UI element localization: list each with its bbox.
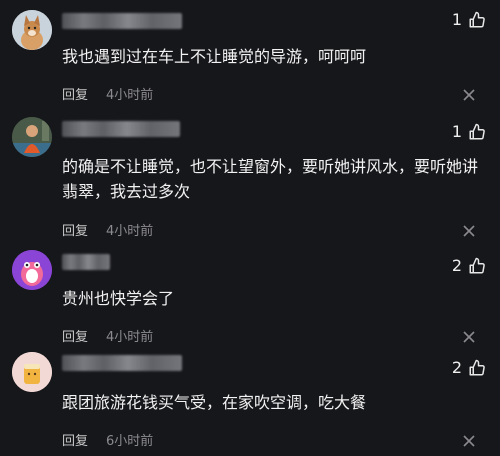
like-button[interactable]: 1 [452, 10, 486, 29]
like-count: 1 [451, 122, 462, 141]
reply-button[interactable]: 回复 [62, 326, 88, 345]
close-icon[interactable] [462, 87, 476, 101]
username-blurred[interactable] [62, 13, 182, 29]
timestamp: 4小时前 [106, 330, 154, 345]
comment-meta: 回复 4小时前 [62, 326, 153, 345]
comment-meta: 回复 4小时前 [62, 84, 153, 103]
reply-button[interactable]: 回复 [62, 430, 88, 449]
like-count: 2 [451, 358, 462, 377]
timestamp: 4小时前 [106, 224, 154, 239]
comment-text: 贵州也快学会了 [62, 289, 175, 308]
close-icon[interactable] [462, 223, 476, 237]
comment-meta: 回复 6小时前 [62, 430, 153, 449]
thumbs-up-icon[interactable] [468, 257, 486, 275]
close-icon[interactable] [462, 329, 476, 343]
like-button[interactable]: 2 [452, 256, 486, 275]
username-blurred[interactable] [62, 121, 180, 137]
like-count: 2 [451, 256, 462, 275]
like-count: 1 [451, 10, 462, 29]
comment-meta: 回复 4小时前 [62, 220, 153, 239]
thumbs-up-icon[interactable] [468, 359, 486, 377]
drink-avatar-icon[interactable] [12, 352, 52, 392]
username-blurred[interactable] [62, 355, 182, 371]
timestamp: 6小时前 [106, 434, 154, 449]
thumbs-up-icon[interactable] [468, 123, 486, 141]
dog-avatar-icon[interactable] [12, 10, 52, 50]
like-button[interactable]: 2 [452, 358, 486, 377]
comment-text: 我也遇到过在车上不让睡觉的导游，呵呵呵 [62, 47, 367, 66]
cartoon-avatar-icon[interactable] [12, 250, 52, 290]
thumbs-up-icon[interactable] [468, 11, 486, 29]
like-button[interactable]: 1 [452, 122, 486, 141]
reply-button[interactable]: 回复 [62, 84, 88, 103]
reply-button[interactable]: 回复 [62, 220, 88, 239]
comment-text: 的确是不让睡觉，也不让望窗外，要听她讲风水，要听她讲翡翠，我去过多次 [62, 157, 479, 201]
timestamp: 4小时前 [106, 88, 154, 103]
person-avatar-icon[interactable] [12, 117, 52, 157]
username-blurred[interactable] [62, 254, 110, 270]
close-icon[interactable] [462, 433, 476, 447]
comment-text: 跟团旅游花钱买气受，在家吹空调，吃大餐 [62, 393, 367, 412]
